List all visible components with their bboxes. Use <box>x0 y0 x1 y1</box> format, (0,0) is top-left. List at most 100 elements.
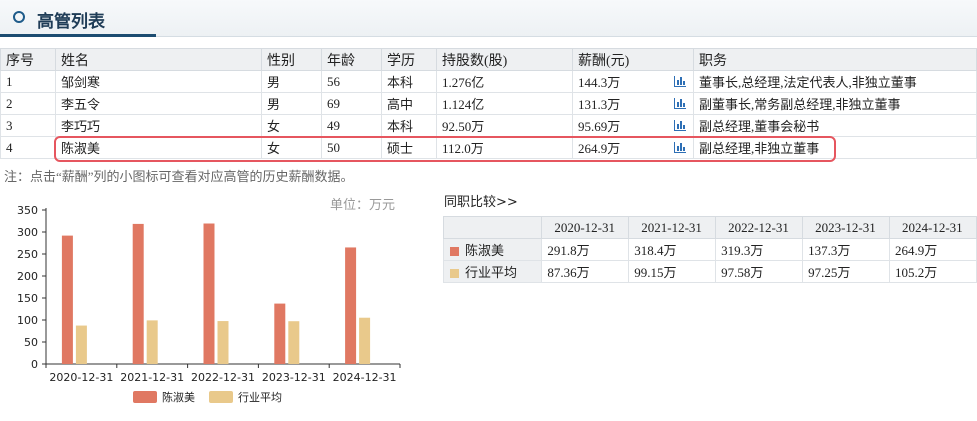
salary-history-icon[interactable] <box>674 120 686 131</box>
icon-bar <box>683 125 685 129</box>
name-text: 李巧巧 <box>61 119 101 134</box>
bar-industry-avg <box>217 321 229 364</box>
date-header: 2024-12-31 <box>889 216 977 239</box>
icon-bar <box>680 77 682 85</box>
cell-no: 1 <box>0 70 56 93</box>
bar-person <box>203 223 215 364</box>
y-tick-label: 50 <box>24 336 38 349</box>
row-label: 行业平均 <box>442 260 543 283</box>
value-cell: 264.9万 <box>889 238 977 261</box>
date-header: 2023-12-31 <box>802 216 891 239</box>
column-header: 姓名 <box>55 48 262 71</box>
cell-name: 邹剑寒 <box>55 70 262 93</box>
date-header: 2022-12-31 <box>715 216 804 239</box>
bar-person <box>345 247 357 364</box>
table-row: 3 李巧巧 女 49 本科 92.50万 95.69万 副总经理,董事会秘书 <box>0 114 977 137</box>
gender-text: 男 <box>267 97 281 112</box>
column-header: 性别 <box>261 48 322 71</box>
table-note: 注：点击“薪酬”列的小图标可查看对应高管的历史薪酬数据。 <box>4 169 354 184</box>
icon-bar <box>680 99 682 107</box>
cell-name: 李巧巧 <box>55 114 262 137</box>
section-title: 高管列表 <box>37 12 105 32</box>
peer-comparison-table: 2020-12-31 2021-12-31 2022-12-31 2023-12-31… <box>442 216 977 283</box>
column-header: 薪酬(元) <box>572 48 694 71</box>
cell-age: 56 <box>321 70 382 93</box>
no-text: 4 <box>6 139 13 155</box>
bar-industry-avg <box>146 320 158 364</box>
salary-text: 131.3万 <box>578 97 621 112</box>
y-tick-label: 0 <box>31 358 38 371</box>
cell-gender: 男 <box>261 70 322 93</box>
edu-text: 本科 <box>387 119 414 134</box>
cell-position: 副总经理,董事会秘书 <box>693 114 977 137</box>
bar-industry-avg <box>75 325 87 364</box>
salary-text: 144.3万 <box>578 75 621 90</box>
value-cell: 105.2万 <box>889 260 977 283</box>
y-tick-label: 200 <box>17 270 38 283</box>
position-text: 副董事长,常务副总经理,非独立董事 <box>699 97 901 112</box>
cell-position: 副董事长,常务副总经理,非独立董事 <box>693 92 977 115</box>
cell-no: 4 <box>0 136 56 159</box>
value-cell: 319.3万 <box>715 238 804 261</box>
value-cell: 97.58万 <box>715 260 804 283</box>
legend-swatch <box>450 269 459 278</box>
cell-position: 董事长,总经理,法定代表人,非独立董事 <box>693 70 977 93</box>
bar-person <box>61 235 73 364</box>
y-tick-label: 300 <box>17 226 38 239</box>
table-header: 序号 姓名 性别 年龄 学历 持股数(股) 薪酬(元) 职务 <box>0 48 977 71</box>
circle-icon <box>13 11 25 23</box>
column-header: 学历 <box>381 48 437 71</box>
icon-bar <box>683 103 685 107</box>
x-tick-label: 2021-12-31 <box>120 371 184 384</box>
name-text: 邹剑寒 <box>61 75 101 90</box>
peer-comparison-link[interactable]: 同职比较>> <box>444 191 518 210</box>
y-tick-label: 100 <box>17 314 38 327</box>
x-tick-label: 2020-12-31 <box>49 371 113 384</box>
row-label: 陈淑美 <box>442 238 543 261</box>
icon-bar <box>683 81 685 85</box>
gender-text: 女 <box>267 119 281 134</box>
legend-label: 陈淑美 <box>162 390 195 404</box>
salary-history-icon[interactable] <box>674 98 686 109</box>
legend-swatch <box>133 391 157 403</box>
icon-bar <box>680 121 682 129</box>
bar-person <box>274 303 286 364</box>
row-label-text: 陈淑美 <box>465 243 505 258</box>
cell-gender: 女 <box>261 114 322 137</box>
cell-no: 3 <box>0 114 56 137</box>
salary-history-icon[interactable] <box>674 76 686 87</box>
value-cell: 291.8万 <box>541 238 630 261</box>
no-text: 2 <box>6 95 13 111</box>
comparison-header: 2020-12-31 2021-12-31 2022-12-31 2023-12-31… <box>442 216 977 239</box>
y-tick-label: 150 <box>17 292 38 305</box>
cell-edu: 本科 <box>381 70 437 93</box>
name-text: 李五令 <box>61 97 101 112</box>
cell-salary: 144.3万 <box>572 70 694 93</box>
legend-swatch <box>450 247 459 256</box>
cell-salary: 131.3万 <box>572 92 694 115</box>
edu-text: 本科 <box>387 75 414 90</box>
age-text: 56 <box>327 73 340 89</box>
shares-text: 92.50万 <box>442 119 485 134</box>
comparison-row: 陈淑美 291.8万 318.4万 319.3万 137.3万 264.9万 <box>442 238 977 261</box>
x-tick-label: 2022-12-31 <box>191 371 255 384</box>
cell-shares: 1.276亿 <box>436 70 573 93</box>
column-header: 年龄 <box>321 48 382 71</box>
icon-bar <box>677 102 679 107</box>
cell-shares: 1.124亿 <box>436 92 573 115</box>
salary-text: 95.69万 <box>578 119 621 134</box>
table-row: 2 李五令 男 69 高中 1.124亿 131.3万 副董事长,常务副总经理,非独立董事 <box>0 92 977 115</box>
section-header: 高管列表 <box>0 0 977 37</box>
x-tick-label: 2024-12-31 <box>333 371 397 384</box>
age-text: 49 <box>327 117 340 133</box>
bar-industry-avg <box>288 321 300 364</box>
shares-text: 1.276亿 <box>442 75 485 90</box>
gender-text: 男 <box>267 75 281 90</box>
cell-shares: 92.50万 <box>436 114 573 137</box>
date-header: 2020-12-31 <box>541 216 630 239</box>
column-header: 序号 <box>0 48 56 71</box>
bar-industry-avg <box>359 317 371 364</box>
title-underline <box>0 34 156 37</box>
salary-bar-chart: 0 50 100 150 200 250 300 350 2020-12-31 2021-12-3… <box>17 204 401 404</box>
comparison-row: 行业平均 87.36万 99.15万 97.58万 97.25万 105.2万 <box>442 260 977 283</box>
